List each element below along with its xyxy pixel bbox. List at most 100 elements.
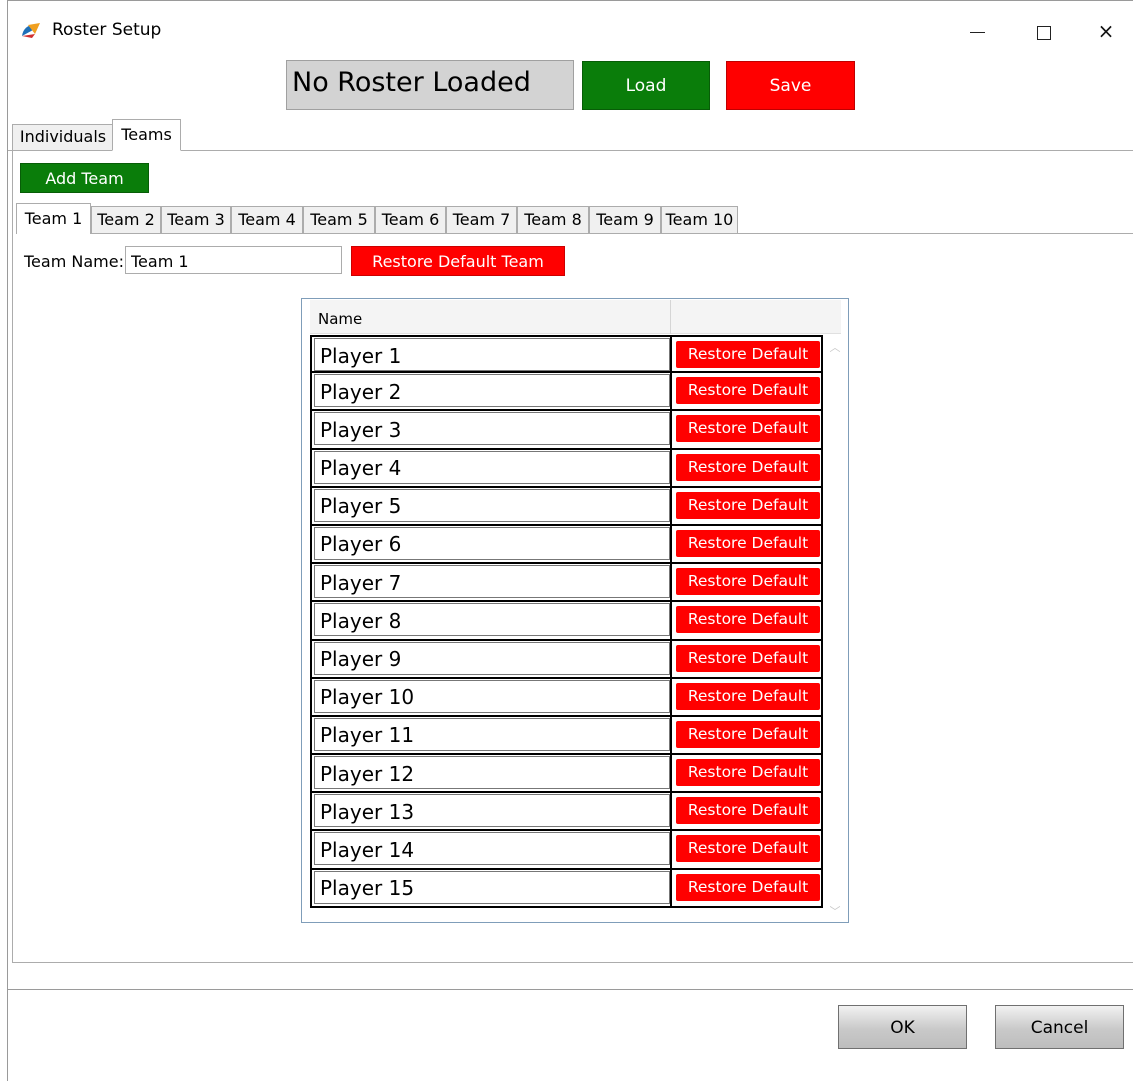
player-name-field[interactable] bbox=[314, 374, 670, 408]
restore-default-button[interactable]: Restore Default bbox=[676, 377, 820, 405]
player-name-field[interactable] bbox=[314, 338, 670, 371]
player-grid: Name Restore DefaultRestore DefaultResto… bbox=[301, 298, 849, 923]
table-row: Restore Default bbox=[310, 449, 823, 488]
player-name-field[interactable] bbox=[314, 603, 670, 637]
restore-default-button[interactable]: Restore Default bbox=[676, 720, 820, 748]
column-divider bbox=[670, 300, 671, 334]
table-row: Restore Default bbox=[310, 831, 823, 870]
row-divider bbox=[670, 525, 672, 563]
team-name-input[interactable] bbox=[125, 246, 342, 274]
title-bar: Roster Setup × bbox=[8, 1, 1133, 57]
tab-team-8[interactable]: Team 8 bbox=[517, 206, 589, 233]
row-divider bbox=[670, 716, 672, 754]
maximize-icon bbox=[1037, 25, 1051, 40]
table-row: Restore Default bbox=[310, 869, 823, 908]
row-divider bbox=[670, 640, 672, 677]
player-name-field[interactable] bbox=[314, 565, 670, 599]
restore-default-button[interactable]: Restore Default bbox=[676, 797, 820, 825]
player-name-field[interactable] bbox=[314, 870, 670, 904]
grid-scrollbar[interactable]: ︿ ﹀ bbox=[825, 335, 845, 920]
row-divider bbox=[670, 449, 672, 486]
footer-divider bbox=[8, 989, 1133, 990]
row-divider bbox=[670, 373, 672, 410]
row-divider bbox=[670, 678, 672, 715]
player-name-field[interactable] bbox=[314, 450, 670, 484]
maximize-button[interactable] bbox=[1015, 11, 1073, 51]
table-row: Restore Default bbox=[310, 602, 823, 641]
table-row: Restore Default bbox=[310, 678, 823, 717]
tab-team-7[interactable]: Team 7 bbox=[446, 206, 517, 233]
player-name-field[interactable] bbox=[314, 679, 670, 713]
add-team-button[interactable]: Add Team bbox=[20, 163, 149, 193]
restore-default-button[interactable]: Restore Default bbox=[676, 529, 820, 557]
player-name-field[interactable] bbox=[314, 641, 670, 675]
table-row: Restore Default bbox=[310, 716, 823, 756]
restore-default-button[interactable]: Restore Default bbox=[676, 606, 820, 634]
restore-default-button[interactable]: Restore Default bbox=[676, 873, 820, 901]
row-divider bbox=[670, 411, 672, 448]
main-tab-strip: Individuals Teams bbox=[8, 119, 1133, 151]
tab-team-4[interactable]: Team 4 bbox=[231, 206, 303, 233]
restore-default-button[interactable]: Restore Default bbox=[676, 453, 820, 481]
team-tab-strip: Team 1 Team 2 Team 3 Team 4 Team 5 Team … bbox=[16, 203, 1133, 234]
restore-default-button[interactable]: Restore Default bbox=[676, 644, 820, 672]
tab-team-3[interactable]: Team 3 bbox=[161, 206, 231, 233]
player-name-field[interactable] bbox=[314, 412, 670, 446]
restore-default-button[interactable]: Restore Default bbox=[676, 682, 820, 710]
tab-team-2[interactable]: Team 2 bbox=[91, 206, 161, 233]
table-row: Restore Default bbox=[310, 373, 823, 412]
ok-button[interactable]: OK bbox=[838, 1005, 967, 1049]
row-divider bbox=[670, 793, 672, 830]
row-divider bbox=[670, 831, 672, 868]
player-name-field[interactable] bbox=[314, 717, 670, 751]
load-button[interactable]: Load bbox=[582, 61, 710, 110]
minimize-button[interactable] bbox=[948, 11, 1006, 51]
player-name-field[interactable] bbox=[314, 526, 670, 560]
player-name-field[interactable] bbox=[314, 488, 670, 522]
tab-team-10[interactable]: Team 10 bbox=[661, 206, 738, 233]
tab-individuals[interactable]: Individuals bbox=[12, 124, 114, 150]
row-divider bbox=[670, 869, 672, 906]
row-divider bbox=[670, 564, 672, 601]
restore-default-button[interactable]: Restore Default bbox=[676, 568, 820, 596]
save-button[interactable]: Save bbox=[726, 61, 855, 110]
table-row: Restore Default bbox=[310, 525, 823, 565]
minimize-icon bbox=[969, 32, 985, 33]
row-divider bbox=[670, 487, 672, 524]
table-row: Restore Default bbox=[310, 335, 823, 374]
grid-rows: Restore Default Restore Default Restore De… bbox=[310, 335, 823, 908]
close-button[interactable]: × bbox=[1077, 11, 1133, 51]
scroll-up-icon[interactable]: ︿ bbox=[828, 339, 842, 354]
close-icon: × bbox=[1097, 19, 1115, 43]
restore-default-button[interactable]: Restore Default bbox=[676, 835, 820, 863]
restore-default-team-button[interactable]: Restore Default Team bbox=[351, 246, 565, 276]
table-row: Restore Default bbox=[310, 487, 823, 526]
window-title: Roster Setup bbox=[52, 20, 162, 40]
table-row: Restore Default bbox=[310, 564, 823, 603]
restore-default-button[interactable]: Restore Default bbox=[676, 415, 820, 443]
tab-team-9[interactable]: Team 9 bbox=[589, 206, 661, 233]
row-divider bbox=[670, 602, 672, 639]
tab-team-6[interactable]: Team 6 bbox=[375, 206, 446, 233]
table-row: Restore Default bbox=[310, 411, 823, 450]
player-name-field[interactable] bbox=[314, 756, 670, 790]
team-name-label: Team Name: bbox=[24, 252, 124, 271]
player-name-field[interactable] bbox=[314, 794, 670, 828]
table-row: Restore Default bbox=[310, 793, 823, 832]
table-row: Restore Default bbox=[310, 640, 823, 679]
restore-default-button[interactable]: Restore Default bbox=[676, 759, 820, 787]
grid-header: Name bbox=[310, 300, 841, 334]
app-icon bbox=[22, 23, 40, 38]
tab-teams[interactable]: Teams bbox=[112, 119, 181, 151]
column-header-name[interactable]: Name bbox=[318, 310, 362, 328]
cancel-button[interactable]: Cancel bbox=[995, 1005, 1124, 1049]
restore-default-button[interactable]: Restore Default bbox=[676, 341, 820, 368]
row-divider bbox=[670, 337, 672, 372]
tab-team-5[interactable]: Team 5 bbox=[303, 206, 375, 233]
roster-status-display: No Roster Loaded bbox=[286, 60, 574, 110]
tab-team-1[interactable]: Team 1 bbox=[16, 203, 91, 234]
scroll-down-icon[interactable]: ﹀ bbox=[828, 903, 842, 918]
restore-default-button[interactable]: Restore Default bbox=[676, 491, 820, 519]
player-name-field[interactable] bbox=[314, 832, 670, 866]
table-row: Restore Default bbox=[310, 755, 823, 794]
